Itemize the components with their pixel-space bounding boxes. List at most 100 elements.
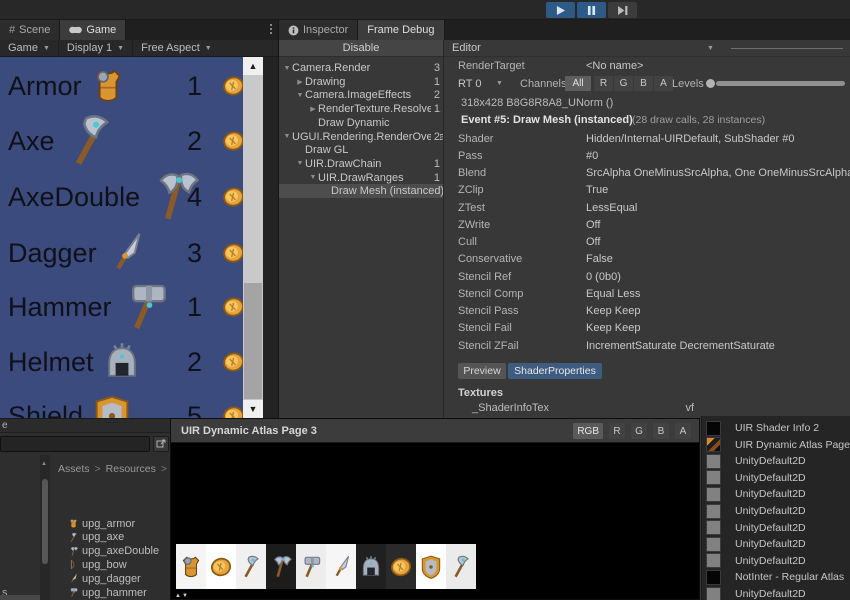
atlas-sprite-cell — [416, 544, 446, 589]
texture-thumbnail — [706, 537, 721, 552]
preview-channel-button-g[interactable]: G — [631, 423, 647, 439]
tab-scene[interactable]: # Scene — [0, 20, 60, 40]
scroll-down-icon[interactable]: ▼ — [243, 400, 263, 418]
scrollbar-thumb[interactable] — [244, 283, 262, 399]
tab-game[interactable]: Game — [60, 20, 126, 40]
property-name: Stencil Ref — [458, 271, 511, 283]
texture-list-row[interactable]: UnityDefault2D — [702, 453, 850, 469]
texture-list-row[interactable]: UnityDefault2D — [702, 503, 850, 519]
texture-list-row[interactable]: UnityDefault2D — [702, 536, 850, 552]
disable-button[interactable]: Disable — [279, 40, 443, 57]
preview-window-header[interactable]: UIR Dynamic Atlas Page 3 RGBRGBA — [171, 419, 699, 443]
tree-row[interactable]: Draw Mesh (instanced) — [279, 184, 443, 198]
channel-button-r[interactable]: R — [594, 76, 613, 91]
tree-expanded-icon[interactable]: ▼ — [308, 174, 318, 181]
property-row: Stencil Ref0 (0b0) — [444, 268, 850, 285]
editor-dropdown[interactable]: Editor — [452, 42, 481, 54]
tree-row[interactable]: ▶Drawing1 — [279, 75, 443, 89]
breadcrumb-segment[interactable]: Assets — [58, 463, 90, 475]
tree-expanded-icon[interactable]: ▼ — [282, 65, 292, 72]
tree-row[interactable]: ▶RenderTexture.ResolveA1 — [279, 102, 443, 116]
atlas-preview-window: UIR Dynamic Atlas Page 3 RGBRGBA ▲▼ — [170, 418, 700, 600]
preview-channel-button-a[interactable]: A — [675, 423, 691, 439]
levels-slider-thumb[interactable] — [706, 79, 715, 88]
tree-row[interactable]: Draw GL — [279, 143, 443, 157]
tab-inspector-label: Inspector — [303, 24, 348, 36]
texture-list-name: UnityDefault2D — [735, 538, 806, 550]
tree-label: Draw GL — [305, 144, 443, 156]
breadcrumb-segment[interactable]: Resources — [106, 463, 156, 475]
game-mode-dropdown[interactable]: Game▼ — [0, 40, 59, 57]
channel-button-g[interactable]: G — [614, 76, 633, 91]
rt-dropdown[interactable]: RT 0 — [458, 78, 481, 90]
tab-frame-debug[interactable]: Frame Debug — [358, 20, 444, 40]
project-scrollbar[interactable]: ▲ — [40, 455, 50, 600]
tree-row[interactable]: Draw Dynamic — [279, 116, 443, 130]
property-row: ZWriteOff — [444, 216, 850, 233]
kebab-menu-icon[interactable] — [270, 24, 272, 34]
step-button[interactable] — [608, 2, 637, 18]
property-name: Stencil Comp — [458, 288, 523, 300]
texture-list-row[interactable]: UnityDefault2D — [702, 520, 850, 536]
replay-slider[interactable] — [731, 48, 843, 49]
game-scrollbar[interactable]: ▲ ▼ — [243, 57, 263, 418]
preview-channel-button-b[interactable]: B — [653, 423, 669, 439]
tree-row[interactable]: ▼UIR.DrawRanges1 — [279, 171, 443, 185]
coin-icon — [220, 184, 243, 211]
preview-tab[interactable]: Preview — [458, 363, 506, 379]
texture-list-row[interactable]: UnityDefault2D — [702, 486, 850, 502]
tree-expanded-icon[interactable]: ▼ — [295, 160, 305, 167]
channel-button-a[interactable]: A — [654, 76, 673, 91]
display-dropdown[interactable]: Display 1▼ — [59, 40, 133, 57]
main-toolbar — [0, 0, 850, 20]
shaderinfotex-row[interactable]: _ShaderInfoTex vf — [444, 401, 850, 415]
tree-expanded-icon[interactable]: ▼ — [295, 92, 305, 99]
scroll-up-icon[interactable]: ▲ — [243, 57, 263, 75]
tab-inspector[interactable]: Inspector — [279, 20, 358, 40]
play-icon — [556, 6, 565, 15]
search-input[interactable] — [0, 436, 150, 452]
game-item-row: Hammer1 — [0, 281, 243, 333]
tree-expanded-icon[interactable]: ▼ — [282, 133, 292, 140]
tree-row[interactable]: ▼UGUI.Rendering.RenderOverla2 — [279, 130, 443, 144]
channel-button-b[interactable]: B — [634, 76, 653, 91]
scrollbar-thumb[interactable] — [42, 479, 48, 564]
selected-folder-row[interactable] — [0, 595, 40, 600]
tab-game-label: Game — [86, 24, 116, 36]
property-name: ZTest — [458, 202, 485, 214]
texture-list-row[interactable]: UIR Dynamic Atlas Page — [702, 437, 850, 453]
item-qty: 1 — [172, 71, 202, 102]
dagger-icon — [103, 230, 149, 276]
tree-collapsed-icon[interactable]: ▶ — [308, 105, 318, 113]
property-value: True — [586, 184, 608, 196]
breadcrumb-separator: > — [95, 463, 101, 475]
texture-list-row[interactable]: UnityDefault2D — [702, 586, 850, 600]
texture-list-row[interactable]: UIR Shader Info 2 — [702, 420, 850, 436]
aspect-dropdown[interactable]: Free Aspect▼ — [133, 40, 220, 57]
preview-channel-button-rgb[interactable]: RGB — [573, 423, 603, 439]
texture-list-row[interactable]: UnityDefault2D — [702, 470, 850, 486]
game-view-toolbar: Game▼ Display 1▼ Free Aspect▼ — [0, 40, 278, 57]
atlas-sprite-cell — [386, 544, 416, 589]
tree-row[interactable]: ▼Camera.Render3 — [279, 61, 443, 75]
tree-collapsed-icon[interactable]: ▶ — [295, 78, 305, 86]
play-button[interactable] — [546, 2, 575, 18]
texture-value: vf — [674, 402, 694, 414]
tree-row[interactable]: ▼Camera.ImageEffects2 — [279, 88, 443, 102]
tree-label: Drawing — [305, 76, 443, 88]
channel-button-all[interactable]: All — [565, 76, 591, 91]
preview-channel-button-r[interactable]: R — [609, 423, 625, 439]
tree-row[interactable]: ▼UIR.DrawChain1 — [279, 157, 443, 171]
levels-slider-track[interactable] — [716, 81, 845, 86]
property-name: Pass — [458, 150, 482, 162]
texture-list-row[interactable]: NotInter - Regular Atlas — [702, 569, 850, 585]
editor-row: Editor ▼ — [444, 40, 850, 57]
save-search-button[interactable] — [153, 436, 169, 452]
texture-name: _ShaderInfoTex — [472, 402, 549, 414]
pause-icon — [587, 6, 596, 15]
property-row: ZClipTrue — [444, 182, 850, 199]
texture-list-row[interactable]: UnityDefault2D — [702, 553, 850, 569]
scroll-up-icon[interactable]: ▲ — [41, 461, 47, 467]
pause-button[interactable] — [577, 2, 606, 18]
shaderproperties-tab[interactable]: ShaderProperties — [508, 363, 602, 379]
